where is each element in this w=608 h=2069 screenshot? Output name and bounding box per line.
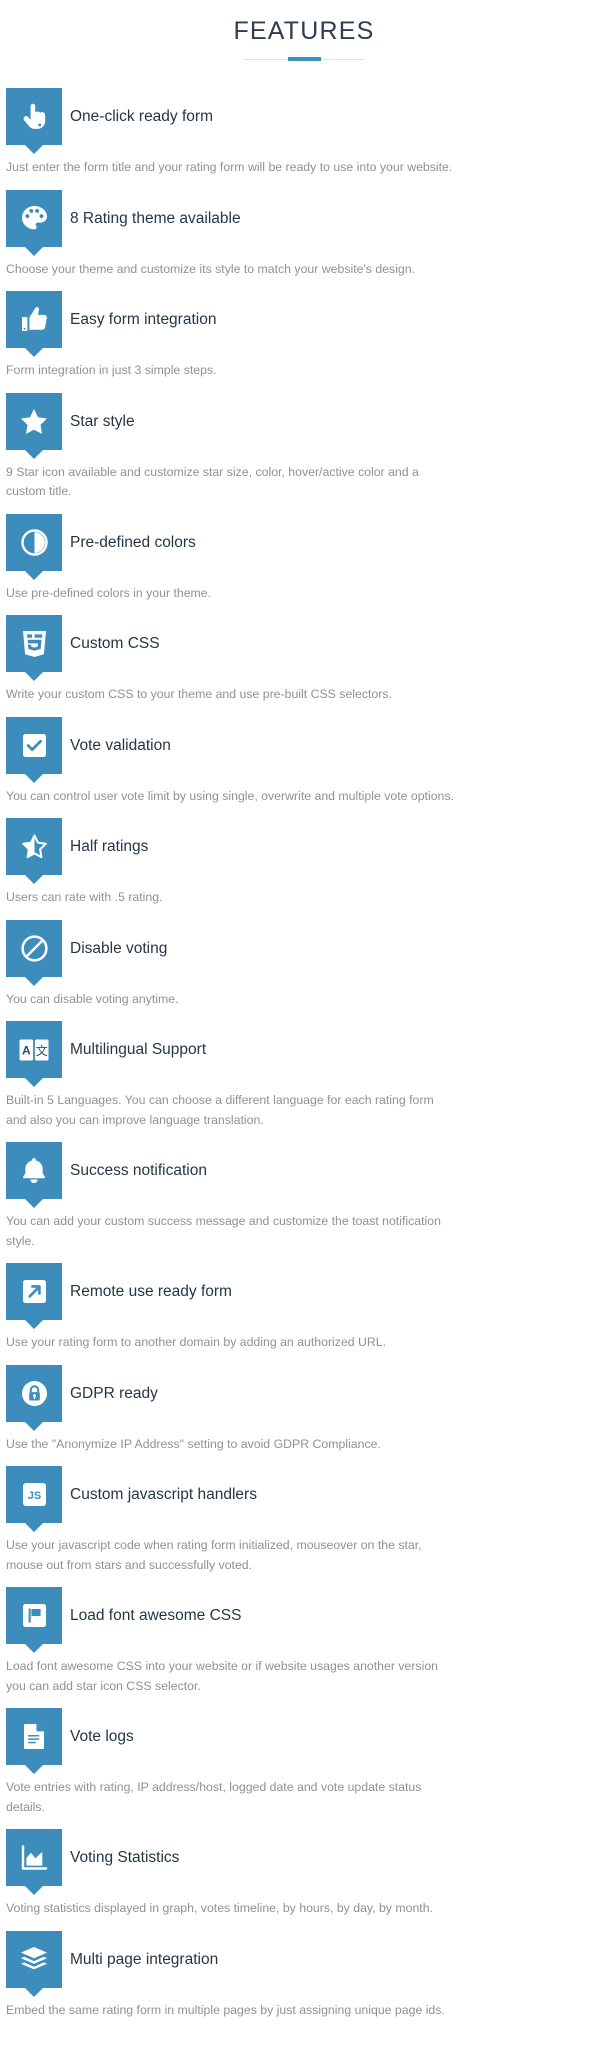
feature-title: Custom javascript handlers: [70, 1486, 257, 1503]
svg-text:A: A: [22, 1043, 31, 1057]
feature-item: GDPR ready Use the "Anonymize IP Address"…: [6, 1364, 602, 1455]
feature-title: Remote use ready form: [70, 1283, 232, 1300]
feature-item: Vote validation You can control user vote…: [6, 716, 602, 807]
feature-header: Easy form integration: [6, 291, 602, 357]
ban-icon: [6, 919, 62, 986]
feature-header: GDPR ready: [6, 1364, 602, 1431]
feature-description: Voting statistics displayed in graph, vo…: [6, 1901, 433, 1915]
feature-description: Users can rate with .5 rating.: [6, 890, 163, 904]
feature-header: Half ratings: [6, 818, 602, 884]
feature-title: Star style: [70, 412, 135, 430]
feature-description: Use pre-defined colors in your theme.: [6, 585, 212, 600]
feature-description: Use the "Anonymize IP Address" setting t…: [6, 1436, 381, 1451]
checkbox-check-icon: [6, 716, 62, 783]
feature-header: Success notification: [6, 1142, 602, 1208]
bell-icon: [6, 1142, 62, 1208]
divider-accent: [288, 57, 321, 61]
star-half-icon: [6, 818, 62, 884]
document-lines-icon: [6, 1708, 62, 1774]
feature-title: 8 Rating theme available: [70, 209, 241, 227]
feature-item: Star style 9 Star icon available and cust…: [6, 392, 602, 502]
feature-item: Disable voting You can disable voting any…: [6, 919, 602, 1010]
css3-shield-icon: [6, 615, 62, 681]
feature-item: Custom CSS Write your custom CSS to your …: [6, 615, 602, 705]
features-page: FEATURES One-click ready form Just enter …: [0, 0, 608, 2042]
page-header: FEATURES: [6, 0, 602, 62]
feature-title: Multi page integration: [70, 1950, 219, 1968]
feature-list: One-click ready form Just enter the form …: [6, 88, 602, 2020]
feature-title: Half ratings: [70, 838, 149, 855]
svg-text:JS: JS: [27, 1490, 40, 1502]
feature-description: Form integration in just 3 simple steps.: [6, 363, 217, 377]
feature-item: Half ratings Users can rate with .5 ratin…: [6, 818, 602, 908]
feature-title: Disable voting: [70, 939, 168, 957]
feature-header: Disable voting: [6, 919, 602, 986]
feature-item: Easy form integration Form integration in…: [6, 291, 602, 381]
language-translate-icon: A文: [6, 1021, 62, 1087]
feature-description: Write your custom CSS to your theme and …: [6, 687, 392, 701]
feature-item: 8 Rating theme available Choose your them…: [6, 189, 602, 280]
feature-description: Vote entries with rating, IP address/hos…: [6, 1780, 422, 1814]
feature-title: Load font awesome CSS: [70, 1607, 242, 1624]
feature-title: Multilingual Support: [70, 1041, 207, 1058]
feature-description: You can control user vote limit by using…: [6, 788, 454, 803]
feature-title: Custom CSS: [70, 635, 160, 652]
feature-description: Use your javascript code when rating for…: [6, 1538, 422, 1572]
feature-header: Vote validation: [6, 716, 602, 783]
hand-pointer-icon: [6, 88, 62, 154]
half-circle-contrast-icon: [6, 513, 62, 580]
feature-description: Use your rating form to another domain b…: [6, 1335, 387, 1349]
external-link-arrow-icon: [6, 1263, 62, 1329]
feature-header: Voting Statistics: [6, 1829, 602, 1895]
feature-description: 9 Star icon available and customize star…: [6, 464, 419, 499]
feature-item: JS Custom javascript handlers Use your jav…: [6, 1466, 602, 1575]
feature-description: You can add your custom success message …: [6, 1214, 441, 1248]
feature-item: Load font awesome CSS Load font awesome C…: [6, 1587, 602, 1696]
feature-header: One-click ready form: [6, 88, 602, 154]
feature-header: JS Custom javascript handlers: [6, 1466, 602, 1532]
page-title: FEATURES: [233, 17, 375, 45]
feature-header: Custom CSS: [6, 615, 602, 681]
feature-description: Built-in 5 Languages. You can choose a d…: [6, 1093, 434, 1127]
feature-title: GDPR ready: [70, 1384, 158, 1402]
feature-description: Embed the same rating form in multiple p…: [6, 2002, 445, 2017]
feature-header: A 文 Multilingual Support: [6, 1021, 602, 1087]
thumbs-up-icon: [6, 291, 62, 357]
feature-header: Pre-defined colors: [6, 513, 602, 580]
area-chart-icon: [6, 1829, 62, 1895]
title-divider: [243, 57, 365, 62]
flag-icon: [6, 1587, 62, 1653]
feature-item: Vote logs Vote entries with rating, IP ad…: [6, 1708, 602, 1817]
javascript-js-icon: JS: [6, 1466, 62, 1532]
lock-circle-icon: [6, 1364, 62, 1431]
feature-header: Load font awesome CSS: [6, 1587, 602, 1653]
feature-title: Pre-defined colors: [70, 533, 196, 551]
feature-item: Voting Statistics Voting statistics displ…: [6, 1829, 602, 1919]
svg-text:文: 文: [36, 1043, 48, 1058]
star-icon: [6, 392, 62, 459]
feature-item: Multi page integration Embed the same rat…: [6, 1930, 602, 2021]
feature-item: One-click ready form Just enter the form …: [6, 88, 602, 178]
feature-title: Success notification: [70, 1162, 207, 1179]
feature-title: Easy form integration: [70, 311, 217, 328]
palette-icon: [6, 189, 62, 256]
feature-header: Remote use ready form: [6, 1263, 602, 1329]
feature-item: Remote use ready form Use your rating for…: [6, 1263, 602, 1353]
feature-title: Voting Statistics: [70, 1849, 180, 1866]
feature-header: Star style: [6, 392, 602, 459]
feature-description: Choose your theme and customize its styl…: [6, 261, 416, 276]
feature-description: Just enter the form title and your ratin…: [6, 160, 453, 174]
feature-title: Vote logs: [70, 1728, 134, 1745]
feature-title: One-click ready form: [70, 108, 213, 125]
feature-item: Pre-defined colors Use pre-defined colors…: [6, 513, 602, 604]
feature-title: Vote validation: [70, 736, 171, 754]
layers-stack-icon: [6, 1930, 62, 1997]
feature-description: Load font awesome CSS into your website …: [6, 1659, 438, 1693]
feature-header: Multi page integration: [6, 1930, 602, 1997]
feature-description: You can disable voting anytime.: [6, 991, 179, 1006]
feature-item: Success notification You can add your cus…: [6, 1142, 602, 1251]
feature-header: 8 Rating theme available: [6, 189, 602, 256]
feature-header: Vote logs: [6, 1708, 602, 1774]
feature-item: A 文 Multilingual Support Built-in 5 Languag…: [6, 1021, 602, 1130]
